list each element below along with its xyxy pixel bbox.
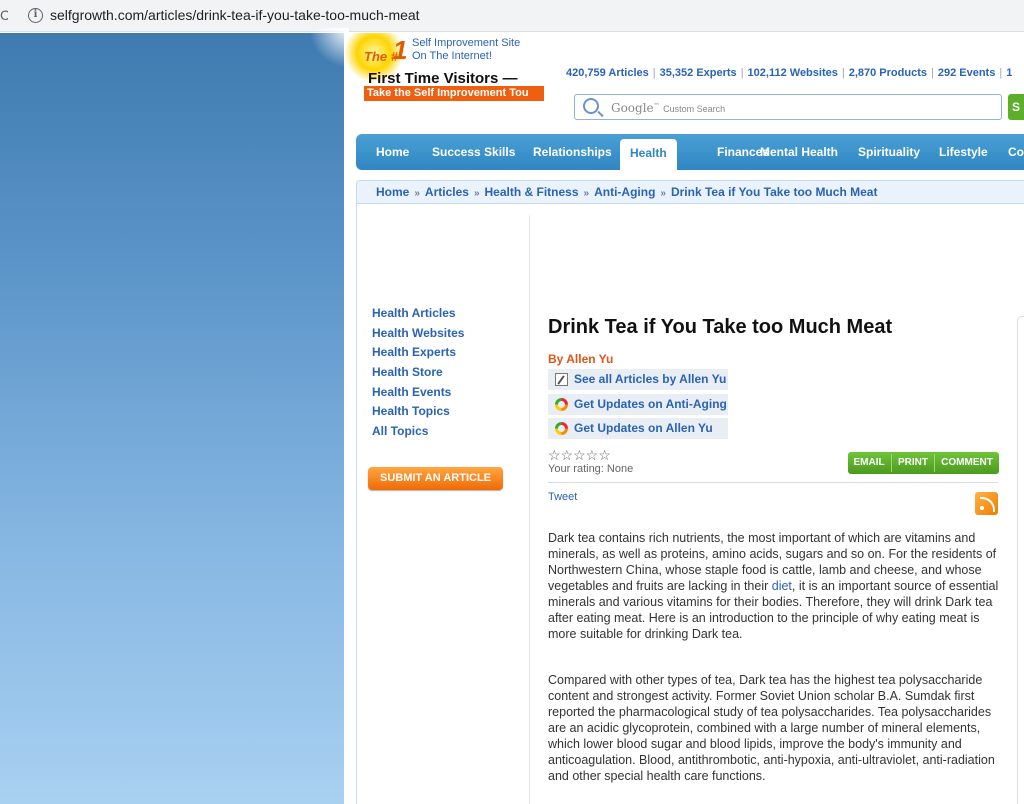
diet-link[interactable]: diet xyxy=(772,579,792,593)
tab-relationships[interactable]: Relationships xyxy=(533,134,612,170)
rating-text: Your rating: None xyxy=(548,463,634,475)
search-placeholder: Google™ Custom Search xyxy=(611,101,725,115)
tab-home[interactable]: Home xyxy=(376,134,409,170)
updates-icon xyxy=(555,422,568,435)
tab-health[interactable]: Health xyxy=(620,139,677,170)
logo-the-text: The xyxy=(364,49,388,64)
site-info-icon[interactable]: i xyxy=(28,8,43,23)
search-input[interactable]: Google™ Custom Search xyxy=(574,94,1002,120)
crumb-current[interactable]: Drink Tea if You Take too Much Meat xyxy=(671,185,877,199)
pencil-icon xyxy=(555,373,568,386)
main-nav: Home Success Skills Relationships Health… xyxy=(356,134,1024,170)
crumb-arrow-icon: » xyxy=(583,188,590,199)
search-button[interactable]: S xyxy=(1008,94,1024,120)
stat-websites[interactable]: 102,112 Websites xyxy=(748,67,838,79)
breadcrumb: Home » Articles » Health & Fitness » Anti-Agin… xyxy=(356,180,1024,204)
sidebar-item-health-websites[interactable]: Health Websites xyxy=(372,325,464,345)
stat-truncated[interactable]: 1 xyxy=(1006,67,1012,79)
sidebar-item-health-experts[interactable]: Health Experts xyxy=(372,344,464,364)
see-all-articles-button[interactable]: See all Articles by Allen Yu xyxy=(548,369,728,390)
right-panel-edge xyxy=(1017,316,1024,804)
updates-author-button[interactable]: Get Updates on Allen Yu xyxy=(548,418,728,439)
first-time-visitors[interactable]: First Time Visitors — xyxy=(368,70,518,87)
divider xyxy=(548,482,998,483)
updates-anti-aging-button[interactable]: Get Updates on Anti-Aging xyxy=(548,394,728,415)
search-icon xyxy=(583,98,599,114)
article-title: Drink Tea if You Take too Much Meat xyxy=(548,316,893,338)
sidebar-divider xyxy=(529,215,530,804)
author-link[interactable]: By Allen Yu xyxy=(548,352,613,366)
article-paragraph-2: Compared with other types of tea, Dark t… xyxy=(548,673,995,783)
tab-mental-health[interactable]: Mental Health xyxy=(760,134,838,170)
google-tm: ™ xyxy=(653,102,660,110)
logo-number-one[interactable]: 1 xyxy=(393,35,407,66)
logo-tagline-2: On The Internet! xyxy=(412,50,492,62)
sidebar-item-health-events[interactable]: Health Events xyxy=(372,384,464,404)
crumb-health-fitness[interactable]: Health & Fitness xyxy=(485,185,579,199)
sidebar-item-all-topics[interactable]: All Topics xyxy=(372,423,464,443)
tab-success-skills[interactable]: Success Skills xyxy=(432,134,515,170)
crumb-arrow-icon: » xyxy=(473,188,480,199)
sidebar-item-health-store[interactable]: Health Store xyxy=(372,364,464,384)
stat-products[interactable]: 2,870 Products xyxy=(849,67,927,79)
crumb-arrow-icon: » xyxy=(414,188,420,199)
tab-lifestyle[interactable]: Lifestyle xyxy=(939,134,988,170)
sidebar-links: Health Articles Health Websites Health E… xyxy=(372,305,464,443)
sidebar-item-health-articles[interactable]: Health Articles xyxy=(372,305,464,325)
tab-more[interactable]: Co xyxy=(1008,134,1024,170)
stat-articles[interactable]: 420,759 Articles xyxy=(566,67,649,79)
stat-experts[interactable]: 35,352 Experts xyxy=(660,67,737,79)
comment-button[interactable]: COMMENT xyxy=(935,452,999,474)
reload-icon[interactable]: C xyxy=(0,7,8,25)
rss-icon[interactable] xyxy=(975,492,998,515)
updates-author-label: Get Updates on Allen Yu xyxy=(574,421,713,435)
page: The # 1 Self Improvement Site On The Int… xyxy=(344,33,1024,804)
stat-separator: | xyxy=(841,67,845,79)
tab-spirituality[interactable]: Spirituality xyxy=(858,134,920,170)
crumb-arrow-icon: » xyxy=(660,188,666,199)
share-buttons: EMAIL PRINT COMMENT xyxy=(848,452,999,474)
background-sky xyxy=(0,28,349,804)
browser-url-bar[interactable]: C i selfgrowth.com/articles/drink-tea-if… xyxy=(0,0,1024,32)
print-button[interactable]: PRINT xyxy=(892,452,934,474)
crumb-home[interactable]: Home xyxy=(376,185,409,199)
stat-separator: | xyxy=(652,67,656,79)
stat-separator: | xyxy=(999,67,1003,79)
take-tour-banner[interactable]: Take the Self Improvement Tou xyxy=(364,86,544,101)
see-all-articles-label: See all Articles by Allen Yu xyxy=(574,372,727,386)
logo-tagline-1: Self Improvement Site xyxy=(412,37,521,49)
crumb-articles[interactable]: Articles xyxy=(425,185,469,199)
site-header: The # 1 Self Improvement Site On The Int… xyxy=(344,33,1024,133)
google-text: Google xyxy=(611,101,654,115)
stat-events[interactable]: 292 Events xyxy=(938,67,995,79)
stat-separator: | xyxy=(930,67,934,79)
updates-icon xyxy=(555,398,568,411)
submit-article-button[interactable]: SUBMIT AN ARTICLE xyxy=(368,467,503,490)
custom-search-text: Custom Search xyxy=(663,104,726,114)
sidebar-item-health-topics[interactable]: Health Topics xyxy=(372,403,464,423)
star-rating[interactable]: ☆☆☆☆☆ xyxy=(548,447,611,464)
email-button[interactable]: EMAIL xyxy=(848,452,890,474)
stat-separator: | xyxy=(740,67,744,79)
updates-anti-aging-label: Get Updates on Anti-Aging xyxy=(574,397,727,411)
site-stats: 420,759 Articles | 35,352 Experts | 102,112 … xyxy=(566,67,1012,79)
article-paragraph-1: Dark tea contains rich nutrients, the mo… xyxy=(548,530,1000,642)
address-text[interactable]: selfgrowth.com/articles/drink-tea-if-you… xyxy=(50,7,420,23)
crumb-anti-aging[interactable]: Anti-Aging xyxy=(594,185,655,199)
tweet-button[interactable]: Tweet xyxy=(548,491,577,503)
sun-glare xyxy=(309,28,349,68)
